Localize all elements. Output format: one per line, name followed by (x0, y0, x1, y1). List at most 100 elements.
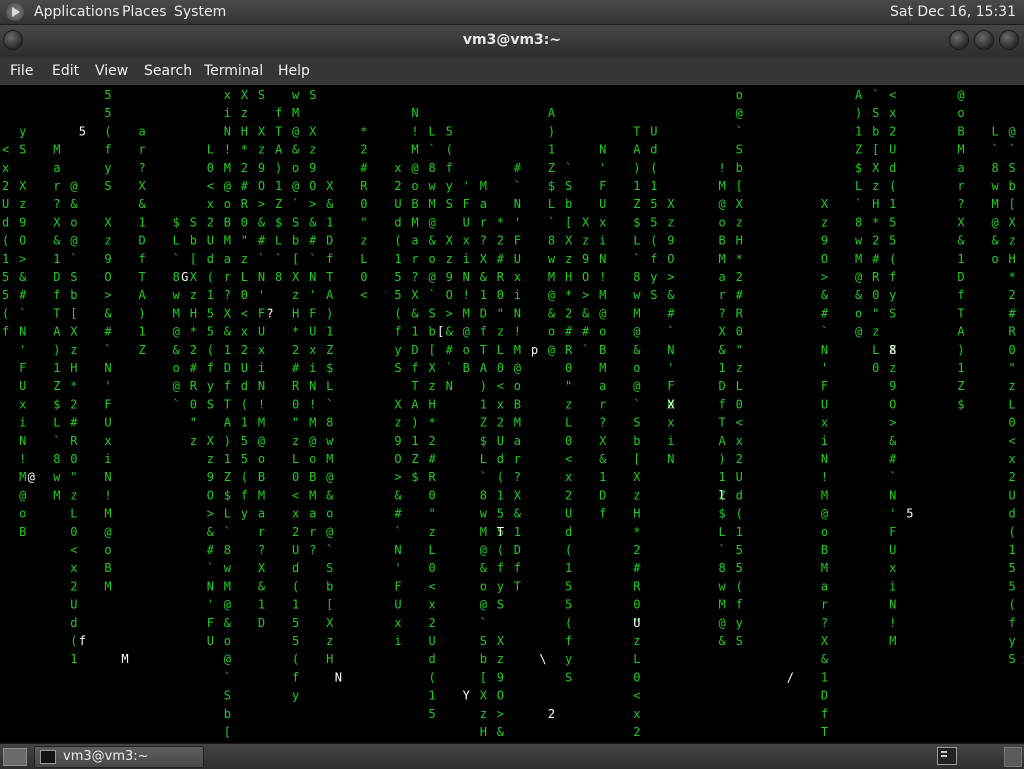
matrix-glyph: F (821, 379, 828, 393)
matrix-glyph: H (480, 725, 487, 739)
matrix-glyph: f (411, 361, 418, 375)
applications-menu[interactable]: Applications (34, 4, 120, 20)
matrix-glyph: & (582, 306, 590, 320)
matrix-glyph: $ (326, 361, 333, 375)
terminal-tray-icon[interactable] (937, 747, 957, 765)
matrix-glyph: R (190, 379, 198, 393)
matrix-glyph: @ (292, 124, 299, 138)
matrix-glyph: ( (565, 543, 572, 557)
clock[interactable]: Sat Dec 16, 15:31 (890, 4, 1016, 20)
trash-icon[interactable] (1004, 747, 1022, 767)
matrix-glyph: * (872, 215, 879, 229)
matrix-glyph: @ (719, 616, 726, 630)
matrix-glyph: x (497, 397, 504, 411)
matrix-glyph: 5 (736, 561, 743, 575)
matrix-glyph: & (326, 197, 334, 211)
matrix-glyph: 1 (139, 215, 146, 229)
matrix-glyph: > (309, 197, 316, 211)
maximize-icon[interactable] (975, 31, 993, 49)
matrix-glyph: 1 (1009, 543, 1016, 557)
system-menu[interactable]: System (174, 4, 226, 20)
matrix-glyph: 1 (411, 325, 418, 339)
menu-edit[interactable]: Edit (52, 63, 79, 79)
matrix-glyph: < (2, 143, 9, 157)
matrix-glyph: ` (446, 361, 453, 375)
matrix-glyph: M (326, 452, 333, 466)
matrix-highlight-glyph: 5 (79, 124, 86, 138)
matrix-glyph: o (736, 88, 743, 102)
close-icon[interactable] (1000, 31, 1018, 49)
matrix-glyph: U (497, 434, 504, 448)
matrix-glyph: ` (258, 252, 265, 266)
matrix-glyph: U (207, 234, 214, 248)
matrix-glyph: ) (275, 161, 282, 175)
matrix-glyph: 0 (1009, 416, 1016, 430)
matrix-glyph: o (309, 452, 316, 466)
matrix-highlight-glyph: / (787, 670, 794, 684)
matrix-glyph: H (1009, 252, 1016, 266)
matrix-glyph: < (497, 379, 504, 393)
menu-help[interactable]: Help (278, 63, 310, 79)
matrix-glyph: [ (429, 343, 436, 357)
matrix-glyph: X (667, 197, 675, 211)
matrix-glyph: @ (736, 106, 743, 120)
matrix-glyph: R (872, 270, 880, 284)
menu-view[interactable]: View (95, 63, 128, 79)
terminal-output[interactable]: < x 2 Ud(1 5 5(f y S Xz 9 O > & # ` N ' F Ux i N! M @ o B Ma r? X &… (0, 85, 1024, 743)
matrix-glyph: 0 (292, 470, 299, 484)
distro-logo-icon[interactable] (6, 3, 24, 21)
matrix-glyph: H (326, 652, 333, 666)
matrix-glyph: X (326, 616, 334, 630)
matrix-glyph: 0 (736, 325, 743, 339)
matrix-glyph: B (19, 525, 26, 539)
minimize-icon[interactable] (950, 31, 968, 49)
matrix-glyph: x (394, 161, 401, 175)
matrix-glyph: O (19, 234, 26, 248)
menu-file[interactable]: File (10, 63, 33, 79)
matrix-glyph: X (411, 288, 419, 302)
matrix-glyph: * (1009, 270, 1016, 284)
matrix-glyph: a (957, 161, 964, 175)
matrix-glyph: 9 (821, 234, 828, 248)
matrix-glyph: [ (326, 598, 333, 612)
menu-terminal[interactable]: Terminal (204, 63, 263, 79)
matrix-glyph: f (292, 670, 299, 684)
matrix-glyph: 2 (565, 488, 572, 502)
matrix-glyph: @ (1009, 124, 1016, 138)
matrix-glyph: 1 (53, 361, 60, 375)
matrix-glyph: ` (1009, 143, 1016, 157)
matrix-glyph: o (821, 525, 828, 539)
matrix-glyph: S (104, 179, 111, 193)
matrix-glyph: D (514, 543, 521, 557)
taskbar-window-button[interactable]: vm3@vm3:~ (34, 746, 204, 768)
matrix-glyph: ` (173, 252, 180, 266)
matrix-glyph: 2 (633, 725, 640, 739)
matrix-glyph: 1 (514, 525, 521, 539)
matrix-glyph: L (736, 379, 743, 393)
matrix-glyph: X (514, 488, 522, 502)
matrix-glyph: H (565, 270, 572, 284)
window-titlebar[interactable]: vm3@vm3:~ (0, 25, 1024, 57)
matrix-glyph: ? (309, 543, 316, 557)
matrix-glyph: L (480, 452, 487, 466)
menu-search[interactable]: Search (144, 63, 192, 79)
matrix-highlight-glyph: X (667, 397, 675, 411)
matrix-glyph: N (258, 379, 265, 393)
matrix-glyph: & (224, 616, 232, 630)
matrix-glyph: S (394, 361, 401, 375)
matrix-glyph: 2 (736, 452, 743, 466)
places-menu[interactable]: Places (122, 4, 167, 20)
matrix-glyph: # (207, 543, 215, 557)
matrix-glyph: 8 (480, 488, 487, 502)
matrix-glyph: 2 (292, 343, 299, 357)
matrix-glyph: o (104, 543, 111, 557)
matrix-glyph: 2 (2, 179, 9, 193)
matrix-glyph: ` (104, 343, 111, 357)
matrix-glyph: > (821, 270, 828, 284)
matrix-glyph: z (326, 634, 333, 648)
matrix-glyph: X (480, 252, 488, 266)
matrix-glyph: S (326, 561, 333, 575)
show-desktop-icon[interactable] (3, 748, 27, 766)
matrix-glyph: R (1009, 325, 1017, 339)
matrix-glyph: D (224, 361, 231, 375)
